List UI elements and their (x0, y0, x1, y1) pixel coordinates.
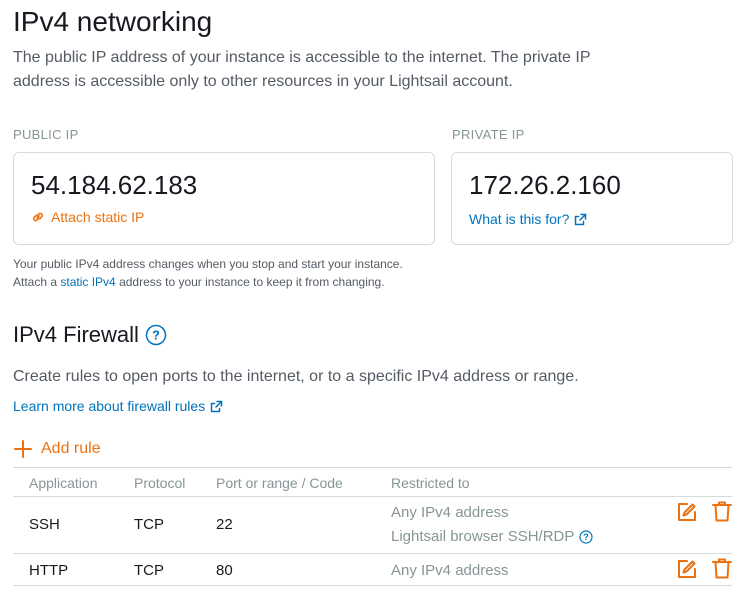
header-divider (13, 496, 732, 497)
ip-note-suffix: address to your instance to keep it from… (119, 275, 385, 289)
rule-restricted: Any IPv4 address (391, 504, 509, 521)
private-ip-address: 172.26.2.160 (469, 170, 621, 200)
rule-restricted-extra: Lightsail browser SSH/RDP ? (391, 528, 594, 545)
ip-note-line2: Attach a static IPv4 address to your ins… (13, 273, 733, 291)
rule-restricted-extra-label: Lightsail browser SSH/RDP (391, 528, 575, 545)
plus-icon (13, 439, 33, 459)
row-divider (13, 553, 732, 554)
column-header-protocol: Protocol (134, 475, 186, 491)
rule-port: 80 (216, 562, 233, 579)
attach-static-ip-link[interactable]: Attach static IP (31, 209, 144, 225)
trash-icon[interactable] (712, 501, 732, 522)
firewall-header: IPv4 Firewall ? (13, 322, 167, 348)
rule-protocol: TCP (134, 516, 164, 533)
column-header-restricted: Restricted to (391, 475, 470, 491)
ip-note-prefix: Attach a (13, 275, 58, 289)
what-is-this-label: What is this for? (469, 211, 570, 227)
rule-port: 22 (216, 516, 233, 533)
what-is-this-link[interactable]: What is this for? (469, 211, 587, 227)
public-ip-label: PUBLIC IP (13, 127, 79, 142)
page-title: IPv4 networking (13, 6, 213, 37)
svg-text:?: ? (584, 532, 590, 542)
help-circle-icon[interactable]: ? (145, 324, 167, 346)
link-icon (31, 210, 45, 224)
edit-icon[interactable] (677, 559, 697, 579)
add-rule-label: Add rule (41, 440, 101, 457)
learn-more-label: Learn more about firewall rules (13, 398, 206, 414)
firewall-description: Create rules to open ports to the intern… (13, 368, 579, 385)
column-header-application: Application (29, 475, 98, 491)
rule-restricted: Any IPv4 address (391, 562, 509, 579)
table-top-divider (13, 467, 732, 468)
add-rule-button[interactable]: Add rule (13, 439, 101, 459)
rule-application: HTTP (29, 562, 69, 579)
ip-note-line1: Your public IPv4 address changes when yo… (13, 257, 403, 271)
column-header-port: Port or range / Code (216, 475, 343, 491)
private-ip-label: PRIVATE IP (452, 127, 525, 142)
static-ipv4-link[interactable]: static IPv4 (60, 275, 115, 289)
private-ip-card: 172.26.2.160 What is this for? (451, 152, 733, 245)
external-link-icon (574, 213, 587, 226)
networking-description: The public IP address of your instance i… (13, 49, 591, 90)
rule-application: SSH (29, 516, 60, 533)
trash-icon[interactable] (712, 558, 732, 579)
firewall-title: IPv4 Firewall (13, 322, 139, 347)
external-link-icon (210, 400, 223, 413)
svg-text:?: ? (152, 328, 160, 343)
public-ip-address: 54.184.62.183 (31, 170, 198, 200)
edit-icon[interactable] (677, 502, 697, 522)
table-bottom-divider (13, 585, 732, 586)
attach-static-ip-label: Attach static IP (51, 209, 145, 225)
learn-more-firewall-link[interactable]: Learn more about firewall rules (13, 398, 223, 414)
public-ip-card: 54.184.62.183 Attach static IP (13, 152, 435, 245)
rule-protocol: TCP (134, 562, 164, 579)
help-circle-icon[interactable]: ? (579, 529, 594, 544)
ip-note: Your public IPv4 address changes when yo… (13, 255, 733, 291)
